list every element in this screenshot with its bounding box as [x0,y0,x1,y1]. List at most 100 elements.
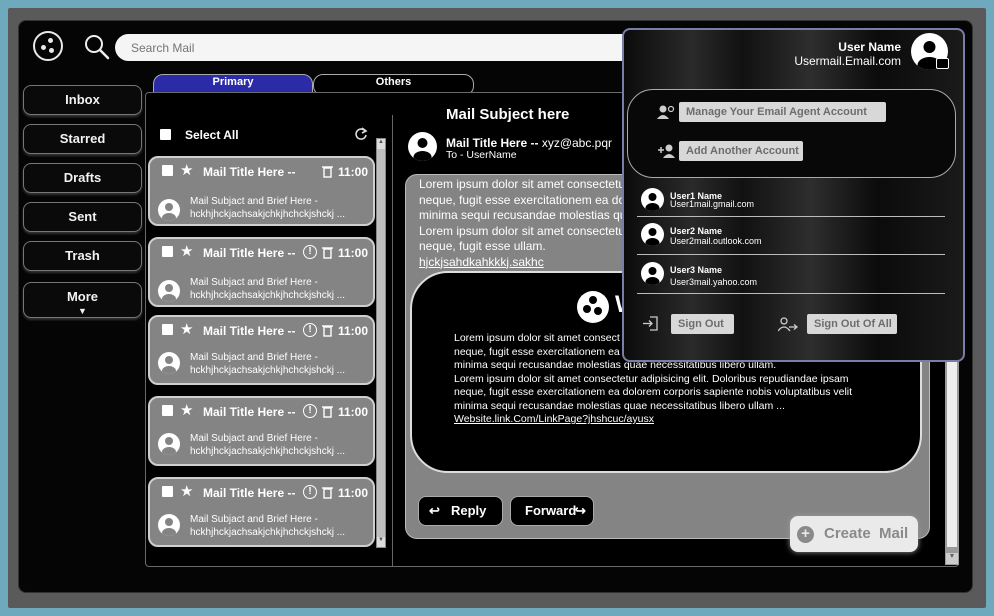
nav-more-button[interactable]: More ▼ [23,282,142,318]
mail-checkbox[interactable] [162,246,173,257]
select-all-checkbox[interactable] [160,129,171,140]
scroll-down-icon[interactable]: ▼ [377,537,385,547]
divider [637,293,945,294]
trash-icon[interactable] [322,405,333,418]
nav-inbox-button[interactable]: Inbox [23,85,142,115]
mail-brief: Mail Subjact and Brief Here - hckhjhckjac… [190,277,346,301]
important-icon[interactable]: ! [303,485,317,499]
star-icon[interactable]: ★ [180,401,193,419]
star-icon[interactable]: ★ [180,320,193,338]
message-to: To - UserName [446,149,517,161]
avatar-icon [158,514,180,536]
create-mail-button[interactable]: + Create Mail [790,516,918,552]
forward-button[interactable]: Forward ↪ [510,496,594,526]
user-avatar-icon [641,188,664,211]
nav-drafts-button[interactable]: Drafts [23,163,142,193]
mail-list-item[interactable]: ★ Mail Title Here -- ! 11:00 Mail Subjac… [148,477,375,547]
sign-out-all-button[interactable]: Sign Out Of All [807,314,897,334]
mail-list-item[interactable]: ★ Mail Title Here -- ! 11:00 Mail Subjac… [148,237,375,307]
user-email: User1mail.gmail.com [670,199,755,209]
mail-list-item[interactable]: ★ Mail Title Here -- ! 11:00 Mail Subjac… [148,315,375,385]
reply-button[interactable]: ↩ Reply [418,496,503,526]
camera-icon[interactable] [936,58,949,69]
mail-checkbox[interactable] [162,324,173,335]
divider [637,216,945,217]
avatar-icon [158,199,180,221]
mail-time: 11:00 [337,246,368,260]
scroll-up-icon[interactable]: ▲ [377,139,385,149]
forward-label: Forward [525,503,577,518]
user-email: User3mail.yahoo.com [670,277,758,287]
sender-avatar-icon [408,132,437,161]
create-mail-label: Create Mail [824,525,909,542]
plus-icon: + [797,526,814,543]
search-icon[interactable] [84,34,110,60]
search-input[interactable] [115,34,675,61]
star-icon[interactable]: ★ [180,482,193,500]
reading-scroll-thumb[interactable] [947,362,957,547]
message-title: Mail Title Here -- [446,136,539,150]
message-header: Mail Title Here -- xyz@abc.pqr [446,136,612,150]
panel-divider [392,115,393,567]
star-icon[interactable]: ★ [180,242,193,260]
message-link[interactable]: hjckjsahdkahkkkj.sakhc [419,255,626,271]
sign-out-icon [643,316,658,331]
mail-checkbox[interactable] [162,165,173,176]
user-avatar-icon [641,223,664,246]
mail-title: Mail Title Here -- [203,246,296,260]
important-icon[interactable]: ! [303,323,317,337]
avatar-icon [158,352,180,374]
trash-icon[interactable] [322,165,333,178]
mail-list-item[interactable]: ★ Mail Title Here -- 11:00 Mail Subjact … [148,156,375,226]
message-from: xyz@abc.pqr [541,136,613,150]
manage-account-button[interactable]: Manage Your Email Agent Account [679,102,886,122]
embedded-link[interactable]: Website.link.Com/LinkPage?jhshcuc/ayusx [454,413,852,427]
mail-brief: Mail Subjact and Brief Here - hckhjhckjac… [190,433,346,457]
manage-account-icon [657,105,675,119]
mail-brief: Mail Subjact and Brief Here - hckhjhckjac… [190,196,346,220]
nav-sent-button[interactable]: Sent [23,202,142,232]
important-icon[interactable]: ! [303,245,317,259]
mail-time: 11:00 [337,405,368,419]
trash-icon[interactable] [322,324,333,337]
trash-icon[interactable] [322,486,333,499]
mail-title: Mail Title Here -- [203,324,296,338]
trash-icon[interactable] [322,246,333,259]
message-subject: Mail Subject here [446,106,570,123]
nav-starred-button[interactable]: Starred [23,124,142,154]
account-email: Usermail.Email.com [794,54,901,68]
divider [637,254,945,255]
mail-list-item[interactable]: ★ Mail Title Here -- ! 11:00 Mail Subjac… [148,396,375,466]
mail-title: Mail Title Here -- [203,486,296,500]
add-account-button[interactable]: Add Another Account [679,141,803,161]
user-name: User2 Name [670,226,723,236]
mail-brief: Mail Subjact and Brief Here - hckhjhckjac… [190,352,346,376]
reading-scrollbar[interactable]: ▼ [945,360,959,565]
select-all-label: Select All [185,128,239,142]
reply-label: Reply [451,503,487,518]
account-name: User Name [838,40,901,54]
scroll-down-icon[interactable]: ▼ [946,553,958,564]
forward-arrow-icon: ↪ [575,503,586,518]
mail-title: Mail Title Here -- [203,165,296,179]
user-name: User3 Name [670,265,723,275]
mail-time: 11:00 [337,324,368,338]
mail-list-scrollbar[interactable]: ▲ ▼ [376,138,386,548]
star-icon[interactable]: ★ [180,161,193,179]
add-account-icon [658,144,675,158]
app-logo-icon[interactable] [33,31,63,61]
sign-out-button[interactable]: Sign Out [671,314,734,334]
refresh-icon[interactable] [354,127,368,141]
mail-time: 11:00 [337,165,368,179]
mail-checkbox[interactable] [162,405,173,416]
mail-title: Mail Title Here -- [203,405,296,419]
nav-trash-button[interactable]: Trash [23,241,142,271]
user-email: User2mail.outlook.com [670,236,762,246]
mail-brief: Mail Subjact and Brief Here - hckhjhckjac… [190,514,346,538]
message-body: Lorem ipsum dolor sit amet consectetu ne… [419,177,627,271]
reply-arrow-icon: ↩ [429,503,440,518]
brand-logo-icon [577,291,609,323]
avatar-icon [158,280,180,302]
important-icon[interactable]: ! [303,404,317,418]
mail-checkbox[interactable] [162,486,173,497]
